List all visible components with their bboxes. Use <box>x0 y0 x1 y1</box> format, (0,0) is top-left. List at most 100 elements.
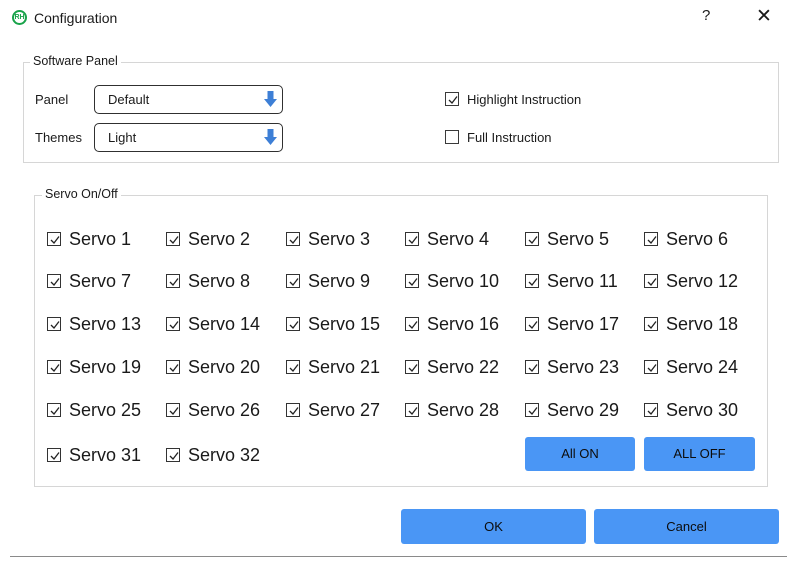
checkbox-box[interactable] <box>47 360 61 374</box>
servo-checkbox[interactable]: Servo 1 <box>47 228 163 250</box>
checkbox-box[interactable] <box>286 360 300 374</box>
servo-checkbox[interactable]: Servo 24 <box>644 356 760 378</box>
servo-checkbox[interactable]: Servo 23 <box>525 356 641 378</box>
servo-checkbox[interactable]: Servo 25 <box>47 399 163 421</box>
servo-checkbox[interactable]: Servo 11 <box>525 270 641 292</box>
checkbox-box[interactable] <box>644 317 658 331</box>
servo-checkbox[interactable]: Servo 9 <box>286 270 402 292</box>
servo-label: Servo 15 <box>308 314 381 334</box>
checkmark-icon <box>528 236 538 244</box>
themes-select[interactable]: Light <box>94 123 283 152</box>
checkmark-icon <box>528 278 538 286</box>
checkbox-box[interactable] <box>166 232 180 246</box>
all-on-button[interactable]: All ON <box>525 437 635 471</box>
servo-label: Servo 16 <box>427 314 500 334</box>
servo-checkbox[interactable]: Servo 22 <box>405 356 521 378</box>
checkmark-icon <box>528 364 538 372</box>
checkbox-box[interactable] <box>47 403 61 417</box>
checkmark-icon <box>289 236 299 244</box>
checkbox-box[interactable] <box>644 274 658 288</box>
servo-checkbox[interactable]: Servo 4 <box>405 228 521 250</box>
servo-checkbox[interactable]: Servo 13 <box>47 313 163 335</box>
servo-checkbox[interactable]: Servo 29 <box>525 399 641 421</box>
servo-checkbox[interactable]: Servo 27 <box>286 399 402 421</box>
checkbox-box[interactable] <box>525 232 539 246</box>
servo-checkbox[interactable]: Servo 5 <box>525 228 641 250</box>
servo-checkbox[interactable]: Servo 30 <box>644 399 760 421</box>
checkbox-box[interactable] <box>286 317 300 331</box>
checkbox-box[interactable] <box>166 317 180 331</box>
checkbox-box[interactable] <box>166 274 180 288</box>
servo-checkbox[interactable]: Servo 20 <box>166 356 282 378</box>
servo-checkbox[interactable]: Servo 17 <box>525 313 641 335</box>
servo-label: Servo 2 <box>188 229 251 249</box>
servo-checkbox[interactable]: Servo 28 <box>405 399 521 421</box>
checkbox-box[interactable] <box>525 360 539 374</box>
full-instruction-checkbox[interactable] <box>445 130 459 144</box>
checkbox-box[interactable] <box>405 360 419 374</box>
highlight-instruction-checkbox[interactable] <box>445 92 459 106</box>
checkbox-box[interactable] <box>286 403 300 417</box>
servo-checkbox[interactable]: Servo 10 <box>405 270 521 292</box>
checkbox-box[interactable] <box>47 274 61 288</box>
checkbox-box[interactable] <box>525 274 539 288</box>
servo-checkbox[interactable]: Servo 2 <box>166 228 282 250</box>
servo-label: Servo 23 <box>547 357 620 377</box>
checkmark-icon <box>169 452 179 460</box>
checkbox-box[interactable] <box>644 232 658 246</box>
checkbox-box[interactable] <box>644 360 658 374</box>
bottom-divider <box>10 556 787 557</box>
servo-label: Servo 9 <box>308 271 371 291</box>
checkbox-box[interactable] <box>405 274 419 288</box>
servo-checkbox[interactable]: Servo 6 <box>644 228 760 250</box>
cancel-button[interactable]: Cancel <box>594 509 779 544</box>
servo-checkbox[interactable]: Servo 21 <box>286 356 402 378</box>
checkbox-box[interactable] <box>166 360 180 374</box>
checkmark-icon <box>50 236 60 244</box>
servo-checkbox[interactable]: Servo 26 <box>166 399 282 421</box>
checkbox-box[interactable] <box>644 403 658 417</box>
checkmark-icon <box>169 407 179 415</box>
checkmark-icon <box>289 278 299 286</box>
servo-label: Servo 24 <box>666 357 739 377</box>
servo-checkbox[interactable]: Servo 19 <box>47 356 163 378</box>
servo-checkbox[interactable]: Servo 8 <box>166 270 282 292</box>
servo-checkbox[interactable]: Servo 18 <box>644 313 760 335</box>
panel-select[interactable]: Default <box>94 85 283 114</box>
checkbox-box[interactable] <box>286 274 300 288</box>
servo-checkbox[interactable]: Servo 3 <box>286 228 402 250</box>
servo-checkbox[interactable]: Servo 31 <box>47 444 163 466</box>
servo-checkbox[interactable]: Servo 32 <box>166 444 282 466</box>
servo-group-title: Servo On/Off <box>42 186 121 202</box>
servo-checkbox[interactable]: Servo 15 <box>286 313 402 335</box>
servo-label: Servo 30 <box>666 400 739 420</box>
ok-button[interactable]: OK <box>401 509 586 544</box>
checkbox-box[interactable] <box>525 317 539 331</box>
servo-checkbox[interactable]: Servo 7 <box>47 270 163 292</box>
checkmark-icon <box>50 321 60 329</box>
checkmark-icon <box>647 364 657 372</box>
checkmark-icon <box>408 321 418 329</box>
close-button[interactable]: ✕ <box>756 5 772 28</box>
checkbox-box[interactable] <box>405 403 419 417</box>
servo-checkbox[interactable]: Servo 14 <box>166 313 282 335</box>
servo-checkbox[interactable]: Servo 12 <box>644 270 760 292</box>
servo-checkbox[interactable]: Servo 16 <box>405 313 521 335</box>
checkbox-box[interactable] <box>405 317 419 331</box>
checkbox-box[interactable] <box>525 403 539 417</box>
checkmark-icon <box>50 407 60 415</box>
checkbox-box[interactable] <box>166 403 180 417</box>
checkbox-box[interactable] <box>47 232 61 246</box>
checkbox-box[interactable] <box>47 317 61 331</box>
help-button[interactable]: ? <box>702 7 710 24</box>
title-bar: RH Configuration ? ✕ <box>0 0 787 36</box>
checkmark-icon <box>647 278 657 286</box>
checkbox-box[interactable] <box>405 232 419 246</box>
checkbox-box[interactable] <box>286 232 300 246</box>
servo-label: Servo 19 <box>69 357 142 377</box>
all-off-button[interactable]: ALL OFF <box>644 437 755 471</box>
checkmark-icon <box>528 321 538 329</box>
checkbox-box[interactable] <box>166 448 180 462</box>
checkbox-box[interactable] <box>47 448 61 462</box>
servo-label: Servo 3 <box>308 229 371 249</box>
